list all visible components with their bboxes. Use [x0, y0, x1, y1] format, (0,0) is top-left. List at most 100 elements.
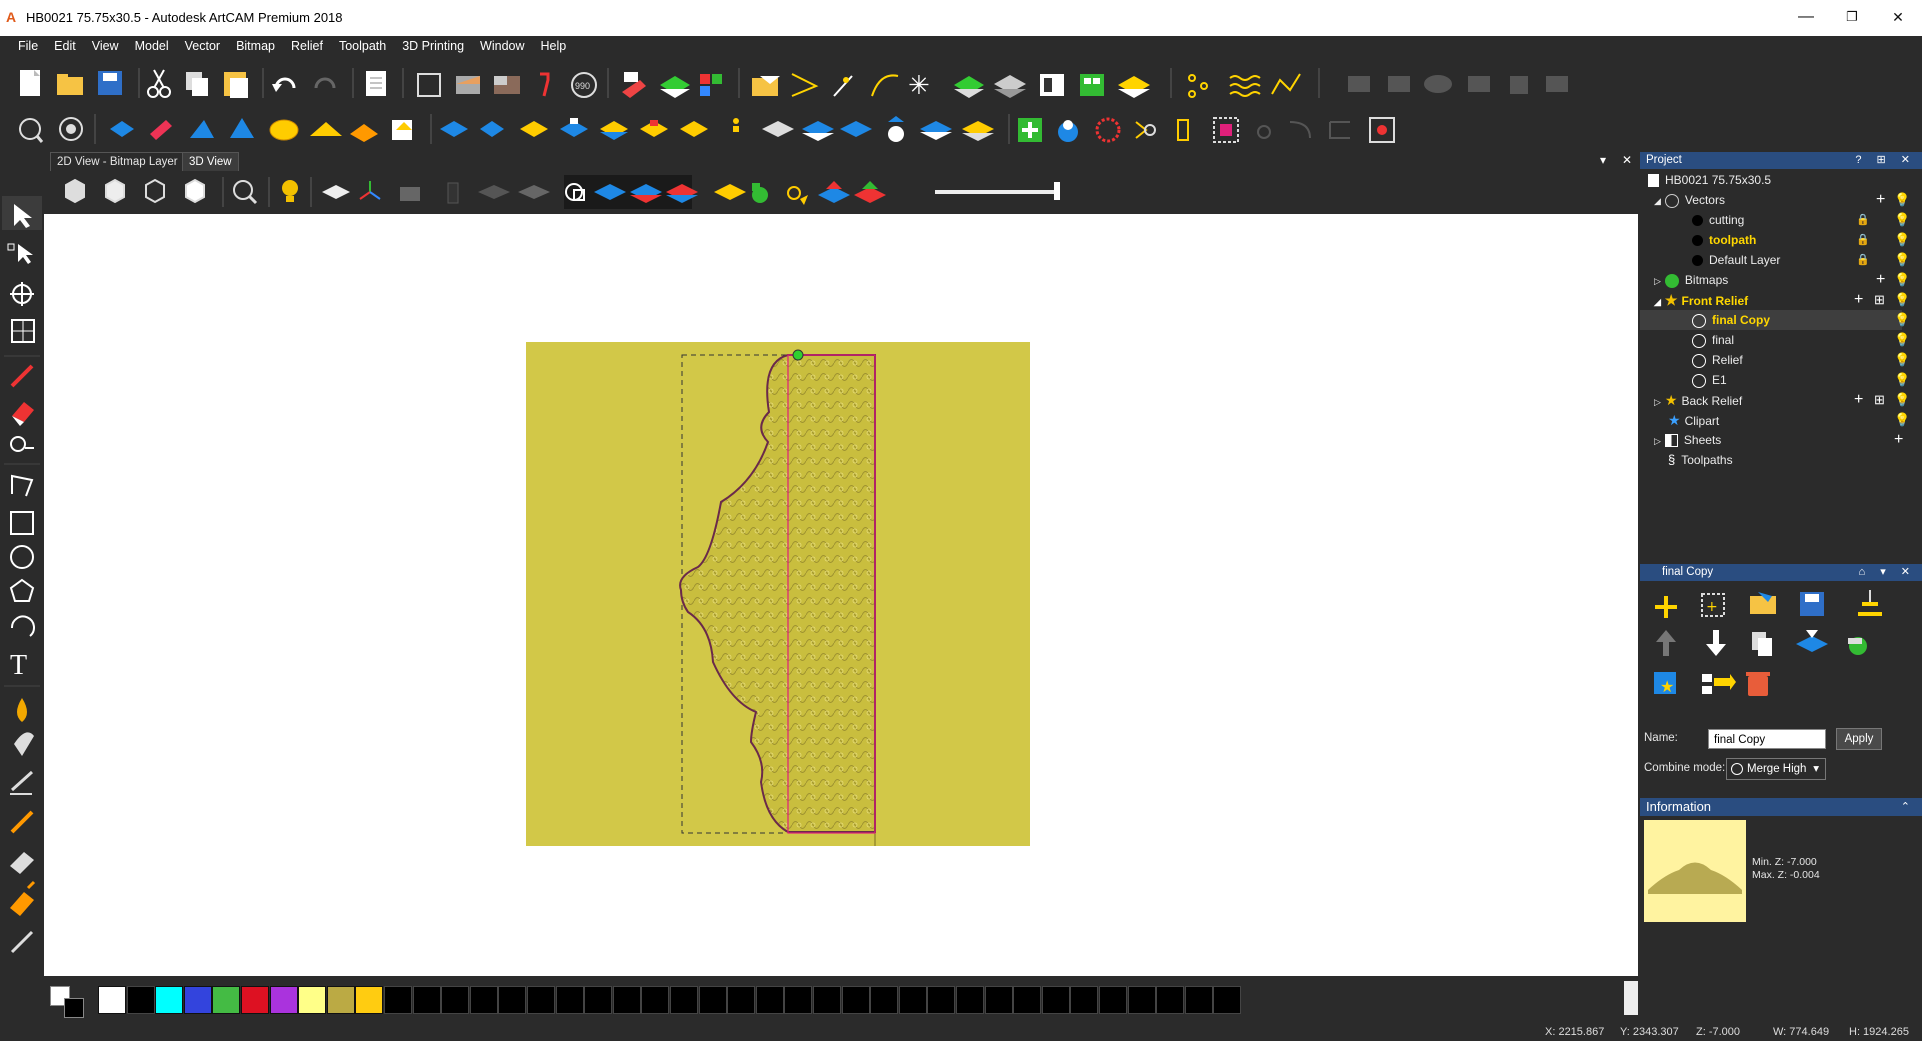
- menu-toolpath[interactable]: Toolpath: [331, 36, 394, 53]
- lighting-bulb-icon[interactable]: [282, 180, 298, 202]
- tree-relief-relief[interactable]: Relief: [1692, 350, 1743, 370]
- palette-swatch[interactable]: [183, 986, 212, 1014]
- expand-arrow-icon[interactable]: ▷: [1654, 276, 1661, 286]
- blue-relief-tools[interactable]: [110, 118, 412, 142]
- paint-brush-icon[interactable]: [10, 810, 34, 834]
- delete-layer-icon[interactable]: [1746, 672, 1770, 696]
- vector-magic-icon[interactable]: [833, 75, 853, 97]
- select-layer-icon[interactable]: +: [1701, 593, 1725, 617]
- palette-swatch[interactable]: [441, 986, 470, 1014]
- measure-icon[interactable]: [10, 436, 34, 452]
- tree-layer-default[interactable]: Default Layer: [1692, 250, 1780, 270]
- palette-scrollbar[interactable]: [1624, 981, 1638, 1015]
- palette-swatch[interactable]: [1213, 986, 1242, 1014]
- palette-swatch[interactable]: [498, 986, 527, 1014]
- vector-angle-icon[interactable]: [791, 73, 819, 97]
- fill-brush-icon[interactable]: [10, 880, 36, 916]
- eraser-fill-icon[interactable]: [12, 402, 34, 426]
- visibility-bulb-icon[interactable]: 💡: [1894, 230, 1910, 250]
- add-bitmap-icon[interactable]: +: [1876, 270, 1885, 290]
- tree-sheets[interactable]: ▷ Sheets: [1654, 430, 1721, 450]
- visibility-bulb-icon[interactable]: 💡: [1894, 390, 1910, 410]
- nodes-icon[interactable]: [1188, 74, 1208, 98]
- layer-color-dot[interactable]: [1692, 255, 1703, 267]
- menu-relief[interactable]: Relief: [283, 36, 331, 53]
- tab-3d-view[interactable]: 3D View: [182, 152, 239, 171]
- tab-close-button[interactable]: ✕: [1622, 153, 1632, 167]
- text-tool-icon[interactable]: T: [10, 650, 27, 681]
- palette-swatch[interactable]: [1156, 986, 1185, 1014]
- view-cube-icons[interactable]: [65, 178, 205, 204]
- menu-model[interactable]: Model: [127, 36, 177, 53]
- menu-edit[interactable]: Edit: [46, 36, 84, 53]
- palette-swatch[interactable]: [755, 986, 784, 1014]
- menu-window[interactable]: Window: [472, 36, 532, 53]
- visibility-bulb-icon[interactable]: 💡: [1894, 190, 1910, 210]
- blue-layer-tools[interactable]: [440, 116, 994, 142]
- palette-swatch[interactable]: [155, 986, 184, 1014]
- palette-swatch[interactable]: [841, 986, 870, 1014]
- expand-arrow-icon[interactable]: ▷: [1654, 436, 1661, 446]
- relief-ops-tools[interactable]: [1018, 117, 1395, 143]
- project-panel-controls[interactable]: ? ⊞ ✕: [1855, 152, 1916, 169]
- tree-relief-final-copy[interactable]: final Copy: [1640, 310, 1902, 330]
- apply-button[interactable]: Apply: [1836, 728, 1882, 750]
- menu-bitmap[interactable]: Bitmap: [228, 36, 283, 53]
- tree-clipart[interactable]: ★ Clipart: [1668, 410, 1719, 430]
- redo-icon[interactable]: [314, 77, 336, 89]
- tree-layer-toolpath[interactable]: toolpath: [1692, 230, 1756, 250]
- layer-color-dot[interactable]: [1692, 215, 1703, 227]
- palette-swatch[interactable]: [670, 986, 698, 1014]
- tree-front-relief[interactable]: ◢ ★ Front Relief: [1654, 290, 1748, 310]
- bitmap-to-relief-icon[interactable]: [456, 76, 480, 94]
- palette-swatch[interactable]: [241, 986, 269, 1014]
- add-relief-layer-icon[interactable]: +: [1854, 390, 1863, 410]
- relief-color-tools[interactable]: [714, 181, 886, 205]
- lock-icon[interactable]: 🔒: [1856, 250, 1870, 270]
- flatten-layer-icon[interactable]: [1858, 590, 1882, 616]
- visibility-bulb-icon[interactable]: 💡: [1894, 330, 1910, 350]
- vector-curve-icon[interactable]: [871, 74, 899, 97]
- expand-arrow-icon[interactable]: ▷: [1654, 397, 1661, 407]
- palette-swatch[interactable]: [1070, 986, 1099, 1014]
- layout-icon[interactable]: [1040, 74, 1064, 96]
- palette-swatch[interactable]: [727, 986, 756, 1014]
- zoom-view-icon[interactable]: [19, 118, 44, 143]
- polyline-tool-icon[interactable]: [11, 474, 34, 497]
- probe-icon[interactable]: [540, 72, 550, 97]
- model-size-icon[interactable]: [417, 73, 441, 97]
- add-relief-layer-icon[interactable]: +: [1854, 290, 1863, 310]
- collapse-button[interactable]: ⌃: [1901, 798, 1916, 816]
- combine-mode-select[interactable]: Merge High ▾: [1726, 758, 1826, 780]
- visibility-bulb-icon[interactable]: 💡: [1894, 350, 1910, 370]
- copy-icon[interactable]: [186, 72, 208, 96]
- tab-2d-view[interactable]: 2D View - Bitmap Layer: [50, 152, 185, 171]
- paste-icon[interactable]: [224, 72, 248, 98]
- grid-spreadsheet-icon[interactable]: [1080, 74, 1104, 96]
- transform-grid-icon[interactable]: ⊞: [1874, 390, 1885, 410]
- palette-swatch[interactable]: [641, 986, 670, 1014]
- render-shader-icon[interactable]: [59, 117, 83, 141]
- view-slider-knob[interactable]: [1054, 182, 1060, 200]
- node-edit-icon[interactable]: [7, 243, 33, 264]
- palette-swatch[interactable]: [1127, 986, 1156, 1014]
- tree-toolpaths[interactable]: § Toolpaths: [1668, 450, 1733, 470]
- layer-color-dot[interactable]: [1692, 235, 1703, 247]
- palette-swatch[interactable]: [813, 986, 841, 1014]
- star-burst-icon[interactable]: ✳: [908, 71, 930, 101]
- palette-swatch[interactable]: [469, 986, 498, 1014]
- visibility-bulb-icon[interactable]: 💡: [1894, 270, 1910, 290]
- pen-draw-icon[interactable]: [10, 364, 34, 388]
- add-layer-icon[interactable]: [1655, 596, 1677, 618]
- close-button[interactable]: ✕: [1878, 6, 1918, 28]
- palette-swatch[interactable]: [269, 986, 298, 1014]
- tree-vectors[interactable]: ◢ Vectors: [1654, 190, 1725, 210]
- palette-swatch[interactable]: [956, 986, 984, 1014]
- palette-swatch[interactable]: [527, 986, 555, 1014]
- open-folder-icon[interactable]: [57, 74, 83, 95]
- tree-relief-final[interactable]: final: [1692, 330, 1734, 350]
- palette-swatch[interactable]: [784, 986, 813, 1014]
- palette-swatch[interactable]: [412, 986, 441, 1014]
- add-sheet-icon[interactable]: +: [1894, 430, 1903, 450]
- collapse-arrow-icon[interactable]: ◢: [1654, 297, 1661, 307]
